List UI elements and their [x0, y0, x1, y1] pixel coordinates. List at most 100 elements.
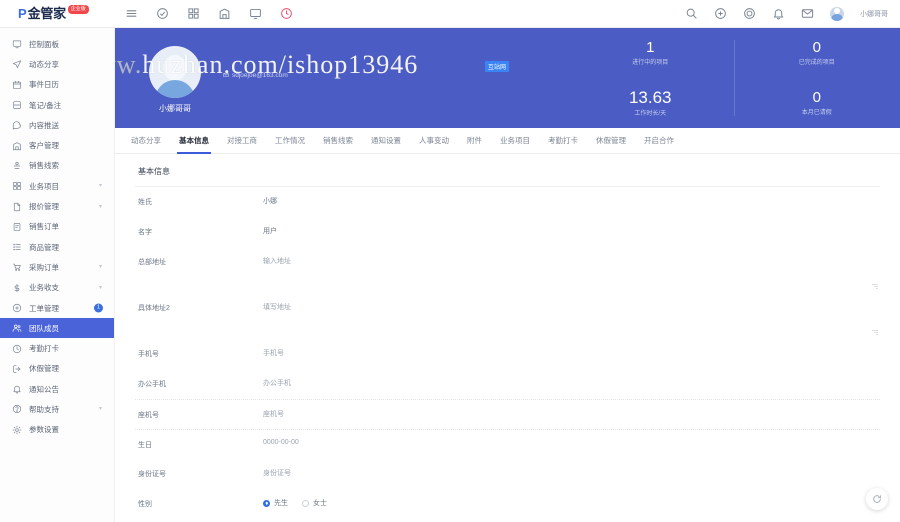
check-circle-icon[interactable] [156, 7, 169, 20]
sidebar-item-5[interactable]: 客户管理 [0, 135, 114, 155]
form-input[interactable]: 用户 [263, 226, 880, 236]
sidebar-item-9[interactable]: 销售订单 [0, 217, 114, 237]
sidebar-item-15[interactable]: 考勤打卡 [0, 338, 114, 358]
form-input[interactable]: 办公手机 [263, 378, 880, 388]
sidebar-item-7[interactable]: 业务项目 ▾ [0, 176, 114, 196]
tab-8[interactable]: 业务项目 [491, 128, 539, 154]
form-input[interactable]: 小娜 [263, 196, 880, 206]
gender-radio-label: 先生 [274, 500, 288, 507]
top-bar: P 金管家 企业版 小娜哥哥 [0, 0, 900, 28]
sidebar-item-2[interactable]: 事件日历 [0, 75, 114, 95]
plus-circle-icon[interactable] [714, 7, 727, 20]
form-label: 办公手机 [138, 381, 166, 388]
help-circle-icon[interactable] [743, 7, 756, 20]
tab-11[interactable]: 开启合作 [635, 128, 683, 154]
tab-9[interactable]: 考勤打卡 [539, 128, 587, 154]
list-icon [12, 242, 22, 252]
tab-4[interactable]: 销售线索 [314, 128, 362, 154]
tab-3[interactable]: 工作情况 [266, 128, 314, 154]
sidebar-item-6[interactable]: 销售线索 [0, 156, 114, 176]
monitor-icon [12, 39, 22, 49]
sidebar-item-19[interactable]: 参数设置 [0, 420, 114, 440]
sidebar-item-16[interactable]: 休假管理 [0, 359, 114, 379]
bell-icon[interactable] [772, 7, 785, 20]
sidebar-item-11[interactable]: 采购订单 ▾ [0, 257, 114, 277]
file-icon [12, 202, 22, 212]
gender-radio-1[interactable]: 女士 [302, 498, 327, 508]
sidebar-item-label: 客户管理 [29, 141, 59, 151]
refresh-fab-button[interactable] [866, 488, 888, 510]
form-input[interactable]: 身份证号 [263, 468, 880, 478]
sidebar-item-label: 考勤打卡 [29, 344, 59, 354]
note-icon [12, 100, 22, 110]
tab-6[interactable]: 人事变动 [410, 128, 458, 154]
tab-5[interactable]: 通知设置 [362, 128, 410, 154]
form-label: 生日 [138, 442, 152, 449]
search-icon[interactable] [685, 7, 698, 20]
form-textarea[interactable]: 输入地址 [263, 256, 880, 266]
sidebar-item-13[interactable]: 工单管理 1 [0, 298, 114, 318]
sidebar-item-label: 采购订单 [29, 262, 59, 272]
form-label-gender: 性别 [138, 501, 152, 508]
chevron-down-icon: ▾ [98, 183, 102, 190]
refresh-icon [873, 495, 881, 503]
monitor-icon[interactable] [249, 7, 262, 20]
sidebar-item-label: 内容推送 [29, 120, 59, 130]
stat-label: 工作时长/天 [634, 111, 667, 117]
tab-2[interactable]: 对接工商 [218, 128, 266, 154]
resize-handle[interactable] [872, 284, 878, 290]
sidebar-item-10[interactable]: 商品管理 [0, 237, 114, 257]
gender-radio-group[interactable]: 先生 女士 [263, 498, 880, 508]
avatar[interactable] [830, 6, 844, 21]
form-input[interactable]: 座机号 [263, 409, 880, 419]
tab-10[interactable]: 休假管理 [587, 128, 635, 154]
sidebar-item-18[interactable]: 帮助支持 ▾ [0, 399, 114, 419]
top-bar-username: 小娜哥哥 [860, 10, 888, 18]
gender-radio-0[interactable]: 先生 [263, 498, 288, 508]
bell-icon [12, 384, 22, 394]
grid-apps-icon[interactable] [187, 7, 200, 20]
chevron-down-icon: ▾ [98, 284, 102, 291]
form-input[interactable]: 手机号 [263, 348, 880, 358]
form-textarea[interactable]: 填写地址 [263, 302, 880, 312]
form-value-gender: 先生 女士 [263, 498, 880, 508]
sidebar-item-0[interactable]: 控制面板 [0, 34, 114, 54]
form-input[interactable]: 0000-00-00 [263, 439, 880, 446]
app-logo[interactable]: P 金管家 企业版 [0, 0, 115, 28]
sidebar-item-4[interactable]: 内容推送 [0, 115, 114, 135]
sidebar-item-3[interactable]: 笔记/备注 [0, 95, 114, 115]
top-bar-right-group: 小娜哥哥 [685, 6, 900, 21]
radio-dot [302, 499, 309, 507]
resize-handle[interactable] [872, 330, 878, 336]
sidebar-item-label: 工单管理 [29, 303, 59, 313]
clock-icon[interactable] [280, 7, 293, 20]
sidebar-item-12[interactable]: 业务收支 ▾ [0, 278, 114, 298]
sidebar-item-8[interactable]: 报价管理 ▾ [0, 196, 114, 216]
sidebar-item-label: 帮助支持 [29, 404, 59, 414]
basic-info-form: 基本信息 姓氏 小娜 名字 用户 总部地址 输入地址 具体地址2 填写地址 手机号 手机号 办公手机… [115, 154, 900, 519]
menu-icon[interactable] [125, 7, 138, 20]
tab-7[interactable]: 附件 [458, 128, 491, 154]
form-row-7: 生日 0000-00-00 [135, 429, 880, 459]
tab-1[interactable]: 基本信息 [170, 128, 218, 154]
bank-icon[interactable] [218, 7, 231, 20]
sidebar-item-label: 商品管理 [29, 242, 59, 252]
gear-icon [12, 425, 22, 435]
form-row-gender: 性别 先生 女士 [135, 489, 880, 519]
sidebar-item-badge: 1 [94, 303, 103, 313]
profile-avatar[interactable] [149, 46, 201, 98]
profile-tabs: 动态分享 基本信息 对接工商 工作情况 销售线索 通知设置 人事变动 附件 业务项目 考勤打卡 休假… [115, 128, 900, 154]
mail-icon[interactable] [801, 7, 814, 20]
sidebar-item-1[interactable]: 动态分享 [0, 54, 114, 74]
sidebar-item-label: 业务收支 [29, 283, 59, 293]
tab-0[interactable]: 动态分享 [122, 128, 170, 154]
stat-card-1: 0 已完成的项目 [734, 28, 900, 78]
help-circle-icon [12, 404, 22, 414]
profile-banner: 小娜哥哥 sdjoejoe@163.com 1 进行中的项目 0 已完成的项目 13.6… [115, 28, 900, 128]
doc-icon [12, 222, 22, 232]
form-label: 总部地址 [138, 259, 166, 266]
sidebar-item-14[interactable]: 团队成员 [0, 318, 114, 339]
sidebar-item-17[interactable]: 通知公告 [0, 379, 114, 399]
chat-icon [12, 120, 22, 130]
bank-icon [12, 141, 22, 151]
